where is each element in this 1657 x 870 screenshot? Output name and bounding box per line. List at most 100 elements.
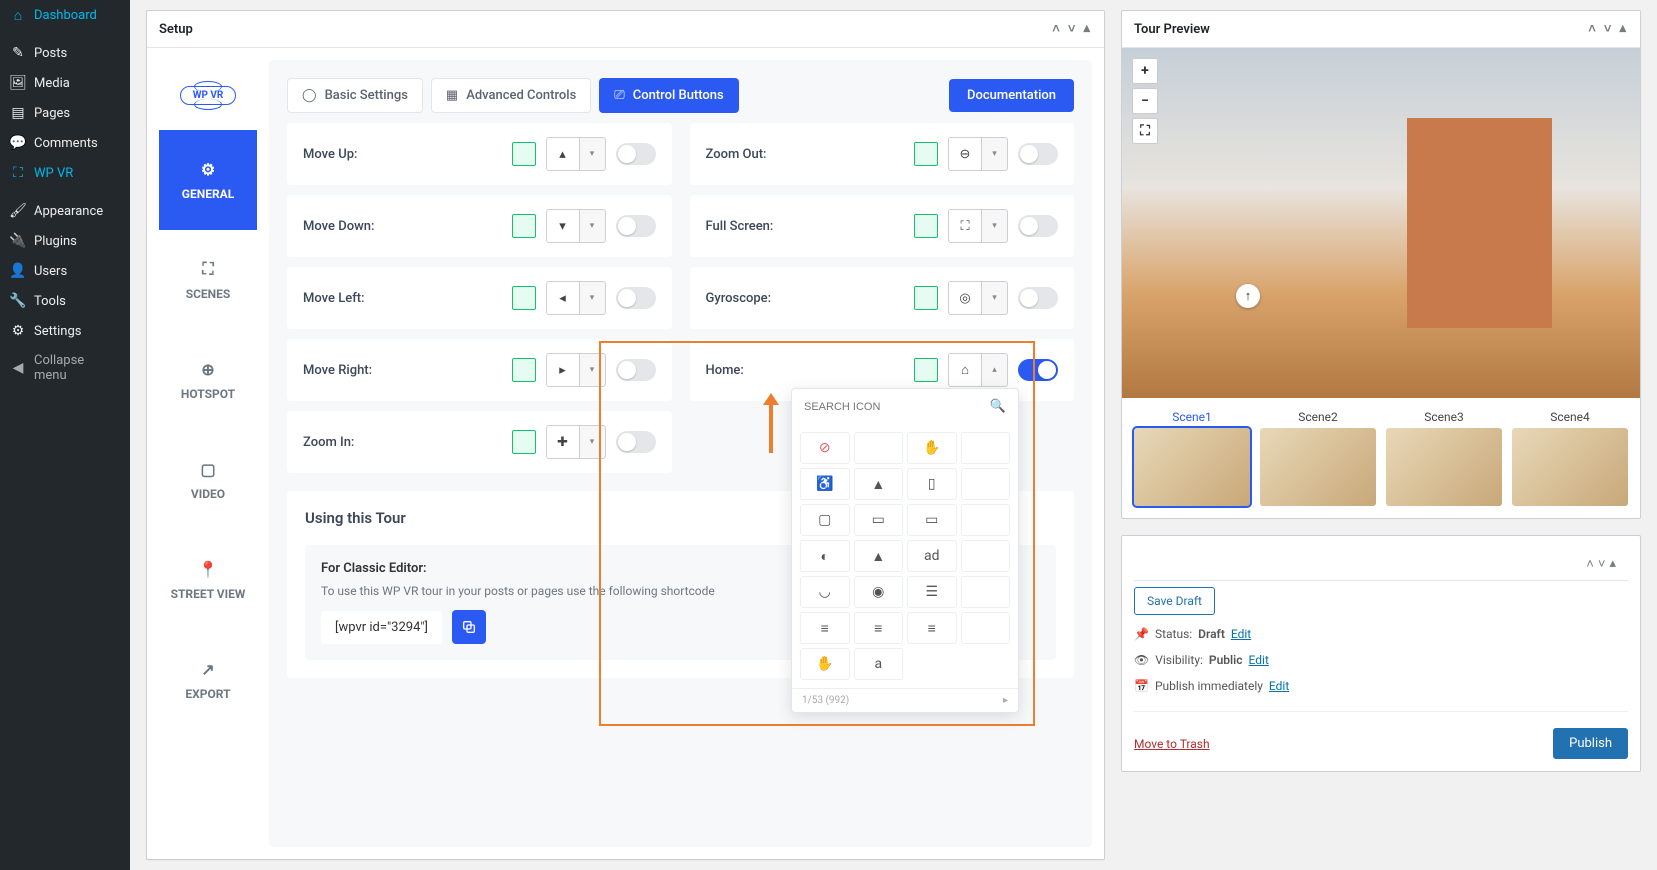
scene-thumbnail[interactable]: Scene2 [1260, 410, 1376, 506]
icon-option[interactable] [961, 504, 1011, 536]
color-picker[interactable] [914, 358, 938, 382]
sidebar-item-settings[interactable]: ⚙Settings [0, 316, 130, 346]
vtab-streetview[interactable]: 📍STREET VIEW [159, 530, 257, 630]
sidebar-item-collapse[interactable]: ◀Collapse menu [0, 346, 130, 390]
move-to-trash-link[interactable]: Move to Trash [1134, 737, 1210, 751]
tab-control-buttons[interactable]: ⎚Control Buttons [599, 78, 738, 113]
sidebar-item-tools[interactable]: 🔧Tools [0, 286, 130, 316]
panel-toggle-icon[interactable]: ▴ [1081, 19, 1092, 39]
control-toggle[interactable] [616, 287, 656, 309]
icon-option-none[interactable]: ⊘ [800, 432, 850, 464]
sidebar-item-wpvr[interactable]: ⛶WP VR [0, 158, 130, 188]
publish-button[interactable]: Publish [1553, 728, 1628, 759]
viewport-zoom-out[interactable]: − [1132, 88, 1158, 114]
panel-down-icon[interactable]: ˅ [1066, 19, 1078, 39]
icon-dropdown[interactable]: ▾ [580, 425, 606, 459]
tab-basic-settings[interactable]: ◯Basic Settings [287, 78, 423, 113]
icon-option[interactable] [961, 576, 1011, 608]
icon-picker-next[interactable]: ▸ [1003, 695, 1008, 706]
color-picker[interactable] [512, 430, 536, 454]
control-toggle[interactable] [1018, 215, 1058, 237]
color-picker[interactable] [512, 358, 536, 382]
color-picker[interactable] [914, 214, 938, 238]
color-picker[interactable] [914, 142, 938, 166]
panel-toggle-icon[interactable]: ▴ [1609, 556, 1616, 572]
sidebar-item-appearance[interactable]: 🖌Appearance [0, 196, 130, 226]
control-toggle[interactable] [616, 431, 656, 453]
icon-option[interactable]: ✋ [800, 648, 850, 680]
vtab-video[interactable]: ▢VIDEO [159, 430, 257, 530]
icon-dropdown[interactable]: ▾ [982, 281, 1008, 315]
panel-up-icon[interactable]: ˄ [1586, 19, 1598, 39]
icon-dropdown[interactable]: ▾ [580, 209, 606, 243]
icon-dropdown[interactable]: ▾ [580, 353, 606, 387]
save-draft-button[interactable]: Save Draft [1134, 587, 1215, 615]
copy-shortcode-button[interactable] [452, 610, 486, 644]
icon-option[interactable]: ▭ [854, 504, 904, 536]
icon-option[interactable] [961, 612, 1011, 644]
control-toggle[interactable] [1018, 359, 1058, 381]
icon-dropdown[interactable]: ▾ [982, 209, 1008, 243]
scene-thumbnail[interactable]: Scene1 [1134, 410, 1250, 506]
color-picker[interactable] [512, 142, 536, 166]
sidebar-item-dashboard[interactable]: ⌂Dashboard [0, 0, 130, 30]
icon-option[interactable]: ◐ [800, 540, 850, 572]
sidebar-item-posts[interactable]: ✎Posts [0, 38, 130, 68]
documentation-button[interactable]: Documentation [949, 79, 1074, 112]
sidebar-item-users[interactable]: 👤Users [0, 256, 130, 286]
icon-option[interactable] [961, 432, 1011, 464]
icon-option[interactable]: ▯ [907, 468, 957, 500]
icon-option[interactable]: ◉ [854, 576, 904, 608]
icon-option[interactable]: ≡ [907, 612, 957, 644]
icon-option[interactable] [854, 432, 904, 464]
tab-advanced-controls[interactable]: ▦Advanced Controls [431, 78, 591, 113]
scene-thumbnail[interactable]: Scene4 [1512, 410, 1628, 506]
icon-option[interactable]: ▲ [854, 540, 904, 572]
icon-option[interactable]: ♿ [800, 468, 850, 500]
icon-option[interactable]: ≡ [854, 612, 904, 644]
sidebar-item-plugins[interactable]: 🔌Plugins [0, 226, 130, 256]
icon-option[interactable]: ad [907, 540, 957, 572]
icon-search-input[interactable] [804, 401, 982, 413]
control-toggle[interactable] [616, 359, 656, 381]
vr-viewport[interactable]: + − ⛶ ↑ [1122, 48, 1640, 398]
panel-down-icon[interactable]: ˅ [1598, 556, 1606, 572]
color-picker[interactable] [512, 286, 536, 310]
icon-option[interactable]: ☰ [907, 576, 957, 608]
control-toggle[interactable] [616, 215, 656, 237]
icon-option[interactable]: ▢ [800, 504, 850, 536]
sidebar-item-pages[interactable]: ▤Pages [0, 98, 130, 128]
icon-option[interactable] [961, 540, 1011, 572]
icon-option[interactable]: ✋ [907, 432, 957, 464]
icon-option[interactable]: ≡ [800, 612, 850, 644]
color-picker[interactable] [512, 214, 536, 238]
icon-option[interactable]: a [854, 648, 904, 680]
icon-dropdown[interactable]: ▾ [580, 281, 606, 315]
vtab-general[interactable]: ⚙GENERAL [159, 130, 257, 230]
icon-option[interactable]: ▭ [907, 504, 957, 536]
color-picker[interactable] [914, 286, 938, 310]
panel-up-icon[interactable]: ˄ [1586, 556, 1594, 572]
sidebar-item-media[interactable]: 🖼Media [0, 68, 130, 98]
icon-dropdown[interactable]: ▾ [580, 137, 606, 171]
vtab-hotspot[interactable]: ⊕HOTSPOT [159, 330, 257, 430]
icon-dropdown[interactable]: ▴ [982, 353, 1008, 387]
panel-up-icon[interactable]: ˄ [1050, 19, 1062, 39]
scene-thumbnail[interactable]: Scene3 [1386, 410, 1502, 506]
icon-option[interactable] [961, 468, 1011, 500]
icon-dropdown[interactable]: ▾ [982, 137, 1008, 171]
viewport-zoom-in[interactable]: + [1132, 58, 1158, 84]
edit-status-link[interactable]: Edit [1231, 627, 1251, 641]
viewport-fullscreen[interactable]: ⛶ [1132, 118, 1158, 144]
control-toggle[interactable] [1018, 143, 1058, 165]
control-toggle[interactable] [1018, 287, 1058, 309]
panel-toggle-icon[interactable]: ▴ [1617, 19, 1628, 39]
sidebar-item-comments[interactable]: 💬Comments [0, 128, 130, 158]
control-toggle[interactable] [616, 143, 656, 165]
edit-schedule-link[interactable]: Edit [1269, 679, 1289, 693]
vtab-export[interactable]: ↗EXPORT [159, 630, 257, 730]
panel-down-icon[interactable]: ˅ [1602, 19, 1614, 39]
icon-option[interactable]: ◡ [800, 576, 850, 608]
viewport-hotspot[interactable]: ↑ [1236, 284, 1260, 308]
edit-visibility-link[interactable]: Edit [1249, 653, 1269, 667]
